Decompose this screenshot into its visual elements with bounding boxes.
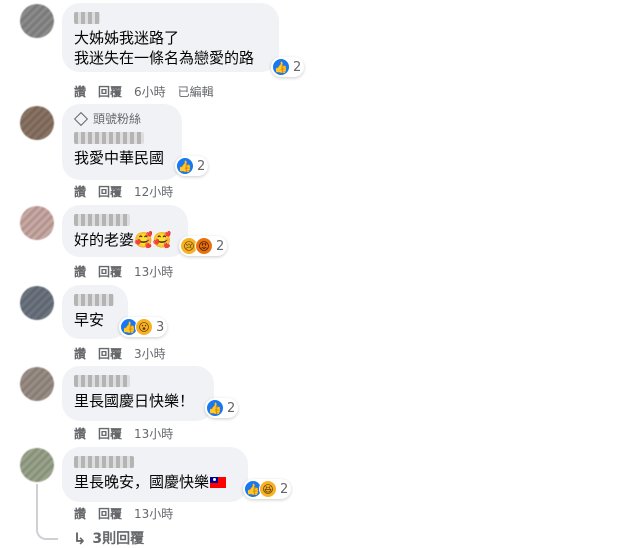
- thread-connector: [36, 484, 58, 540]
- commenter-name[interactable]: [74, 132, 144, 144]
- like-icon: 👍: [272, 58, 290, 76]
- reaction-count: 3: [156, 319, 165, 335]
- comment-bubble: 大姊姊我迷路了 我迷失在一條名為戀愛的路: [62, 3, 279, 72]
- comment-text: 我愛中華民國: [74, 149, 165, 167]
- like-button[interactable]: 讚: [74, 345, 86, 362]
- like-icon: 👍: [176, 157, 194, 175]
- comment-bubble: 好的老婆🥰🥰: [62, 205, 188, 257]
- comment-bubble: 里長國慶日快樂！: [62, 366, 214, 421]
- avatar[interactable]: [20, 286, 54, 320]
- comment-text-line-1: 大姊姊我迷路了: [74, 29, 180, 47]
- comment-text: 早安: [74, 311, 105, 329]
- view-more-replies-button[interactable]: ↳ 3則回覆: [73, 528, 144, 548]
- comment-actions: 讚 回覆 13小時: [74, 263, 173, 280]
- like-button[interactable]: 讚: [74, 505, 86, 522]
- like-icon: 👍: [206, 399, 224, 417]
- badge-label: 頭號粉絲: [93, 112, 142, 126]
- comment-text-line-2: 我迷失在一條名為戀愛的路: [74, 49, 255, 67]
- timestamp[interactable]: 6小時: [134, 83, 166, 100]
- commenter-name[interactable]: [74, 214, 130, 226]
- reaction-count: 2: [197, 158, 206, 174]
- diamond-icon: [73, 111, 89, 126]
- avatar[interactable]: [20, 367, 54, 401]
- reaction-count: 2: [280, 481, 289, 497]
- reaction-summary[interactable]: 😢 😡 2: [179, 236, 228, 256]
- comment-text: 好的老婆🥰🥰: [74, 231, 172, 249]
- edited-label: 已編輯: [177, 85, 214, 99]
- timestamp[interactable]: 13小時: [134, 263, 173, 280]
- timestamp[interactable]: 13小時: [134, 425, 173, 442]
- angry-icon: 😡: [195, 237, 213, 255]
- comment-text: 里長國慶日快樂！: [74, 392, 195, 410]
- commenter-name[interactable]: [74, 375, 130, 387]
- reaction-summary[interactable]: 👍 😮 3: [119, 317, 168, 337]
- comment-text: 里長晚安，國慶快樂: [74, 472, 236, 492]
- commenter-name[interactable]: [74, 294, 114, 306]
- flag-icon: [210, 477, 227, 488]
- comment-bubble: 早安: [62, 285, 128, 339]
- commenter-name[interactable]: [74, 456, 134, 468]
- top-fan-badge: 頭號粉絲: [73, 110, 170, 127]
- like-button[interactable]: 讚: [74, 263, 86, 280]
- comment-actions: 讚 回覆 3小時: [74, 345, 166, 362]
- comment-text-content: 里長晚安，國慶快樂: [74, 473, 210, 491]
- avatar[interactable]: [20, 448, 54, 482]
- timestamp[interactable]: 13小時: [134, 505, 173, 522]
- reply-arrow-icon: ↳: [73, 528, 87, 548]
- reply-button[interactable]: 回覆: [98, 505, 122, 522]
- timestamp[interactable]: 12小時: [134, 183, 173, 200]
- reaction-count: 2: [216, 238, 225, 254]
- reply-button[interactable]: 回覆: [98, 425, 122, 442]
- commenter-name[interactable]: [74, 12, 100, 24]
- like-button[interactable]: 讚: [74, 83, 86, 100]
- comment-actions: 讚 回覆 13小時: [74, 505, 173, 522]
- reaction-summary[interactable]: 👍 2: [271, 57, 305, 77]
- reaction-count: 2: [293, 59, 302, 75]
- haha-icon: 😆: [259, 480, 277, 498]
- reply-button[interactable]: 回覆: [98, 263, 122, 280]
- avatar[interactable]: [20, 4, 54, 38]
- comment-actions: 讚 回覆 13小時: [74, 425, 173, 442]
- reaction-summary[interactable]: 👍 2: [205, 398, 239, 418]
- like-button[interactable]: 讚: [74, 183, 86, 200]
- more-replies-label: 3則回覆: [92, 531, 145, 547]
- comment-actions: 讚 回覆 6小時 已編輯: [74, 83, 214, 100]
- reaction-summary[interactable]: 👍 2: [175, 156, 209, 176]
- comment-actions: 讚 回覆 12小時: [74, 183, 173, 200]
- like-button[interactable]: 讚: [74, 425, 86, 442]
- reply-button[interactable]: 回覆: [98, 183, 122, 200]
- comment-bubble: 里長晚安，國慶快樂: [62, 447, 248, 502]
- avatar[interactable]: [20, 206, 54, 240]
- reply-button[interactable]: 回覆: [98, 345, 122, 362]
- reaction-count: 2: [227, 400, 236, 416]
- reaction-summary[interactable]: 👍 😆 2: [243, 479, 292, 499]
- comment-bubble: 頭號粉絲 我愛中華民國: [62, 104, 182, 180]
- avatar[interactable]: [20, 106, 54, 140]
- wow-icon: 😮: [135, 318, 153, 336]
- reply-button[interactable]: 回覆: [98, 83, 122, 100]
- timestamp[interactable]: 3小時: [134, 345, 166, 362]
